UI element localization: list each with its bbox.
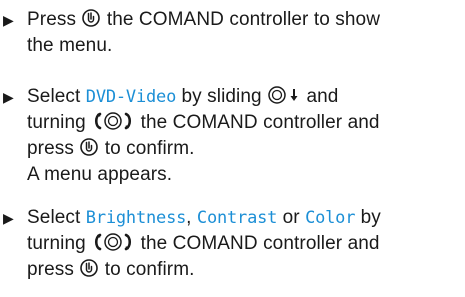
- instruction-line: Select Brightness, Contrast or Color by: [27, 206, 381, 230]
- instruction-text: ,: [186, 207, 197, 228]
- instruction-text: turning: [27, 112, 92, 133]
- instruction-line: press to confirm.: [27, 137, 195, 161]
- instruction-text: the COMAND controller and: [135, 233, 380, 254]
- press-controller-icon: [81, 8, 101, 28]
- menu-option-label: DVD-Video: [85, 87, 177, 107]
- instruction-line: Press the COMAND controller to show: [27, 8, 380, 32]
- instruction-document: ▶ Press the COMAND controller to show the …: [0, 0, 465, 297]
- instruction-text: to confirm.: [99, 259, 195, 280]
- instruction-line: A menu appears.: [27, 163, 172, 187]
- bullet-arrow-icon: ▶: [3, 12, 14, 28]
- slide-down-icon: [267, 85, 301, 105]
- instruction-text: press: [27, 259, 80, 280]
- instruction-line: turning the COMAND controller and: [27, 232, 380, 256]
- instruction-text: to confirm.: [99, 138, 195, 159]
- menu-option-label: Contrast: [196, 208, 278, 228]
- instruction-text: and: [301, 86, 339, 107]
- instruction-text: Select: [27, 86, 86, 107]
- bullet-arrow-icon: ▶: [3, 210, 14, 226]
- instruction-text: Press: [27, 9, 82, 30]
- turn-controller-icon: [91, 111, 135, 131]
- instruction-text: by sliding: [176, 86, 268, 107]
- press-controller-icon: [79, 137, 99, 157]
- instruction-text: Select: [27, 207, 86, 228]
- instruction-line: Select DVD-Video by sliding and: [27, 85, 338, 109]
- instruction-text: A menu appears.: [27, 164, 173, 185]
- turn-controller-icon: [91, 232, 135, 252]
- bullet-arrow-icon: ▶: [3, 89, 14, 105]
- menu-option-label: Color: [305, 208, 356, 228]
- instruction-line: press to confirm.: [27, 258, 195, 282]
- press-controller-icon: [79, 258, 99, 278]
- instruction-text: the COMAND controller to show: [101, 9, 381, 30]
- instruction-text: by: [355, 207, 381, 228]
- instruction-text: press: [27, 138, 80, 159]
- instruction-text: the menu.: [27, 35, 113, 56]
- instruction-text: or: [277, 207, 306, 228]
- instruction-text: the COMAND controller and: [135, 112, 380, 133]
- instruction-text: turning: [27, 233, 92, 254]
- instruction-line: turning the COMAND controller and: [27, 111, 380, 135]
- menu-option-label: Brightness: [85, 208, 187, 228]
- instruction-line: the menu.: [27, 34, 112, 58]
